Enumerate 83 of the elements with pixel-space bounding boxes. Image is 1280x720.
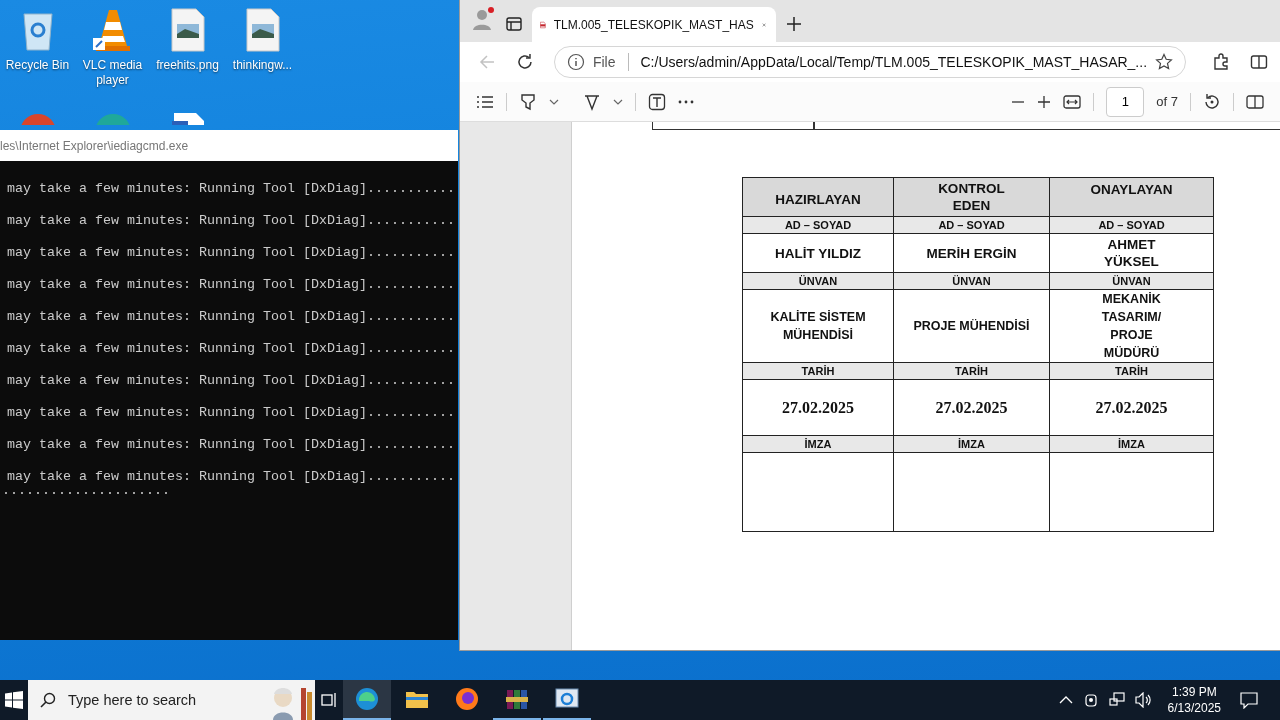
table-cell: KALİTE SİSTEM MÜHENDİSİ <box>770 310 866 342</box>
table-cell: ÜNVAN <box>952 275 991 287</box>
console-line: may take a few minutes: Running Tool [DxDiag]........... <box>6 404 456 422</box>
console-line: may take a few minutes: Running Tool [DxDiag]........... <box>6 372 456 390</box>
more-icon[interactable] <box>678 99 694 104</box>
text-box-icon[interactable] <box>648 92 666 111</box>
console-line: may take a few minutes: Running Tool [DxDiag]........... <box>6 276 456 294</box>
column-header: HAZIRLAYAN <box>774 190 862 208</box>
windows-start-icon[interactable] <box>5 691 23 709</box>
fit-width-icon[interactable] <box>1063 94 1082 109</box>
table-cell: PROJE MÜHENDİSİ <box>913 319 1030 333</box>
document-icon[interactable] <box>169 112 206 125</box>
page-view-icon[interactable] <box>1246 93 1264 110</box>
chevron-up-icon[interactable] <box>1058 695 1073 705</box>
window-title: les\Internet Explorer\iediagcmd.exe <box>0 138 189 153</box>
table-cell: MEKANİK TASARIM/ PROJE MÜDÜRÜ <box>1101 292 1162 360</box>
table-cell: İMZA <box>958 438 985 450</box>
traffic-cone-icon[interactable] <box>92 8 133 52</box>
page-count: of 7 <box>1156 94 1178 109</box>
column-header: KONTROL EDEN <box>938 181 1005 213</box>
console-line: may take a few minutes: Running Tool [DxDiag]........... <box>6 180 456 198</box>
zoom-in-icon[interactable] <box>1037 94 1052 109</box>
url-text: C:/Users/admin/AppData/Local/Temp/TLM.005_TELESKOPIK_MAST_HASAR_... <box>640 54 1148 70</box>
table-cell: MERİH ERGİN <box>926 245 1017 261</box>
column-header: ONAYLAYAN <box>1089 180 1174 198</box>
desktop-icon-label[interactable]: VLC media player <box>77 58 148 88</box>
network-icon[interactable] <box>1108 692 1125 708</box>
table-cell: 27.02.2025 <box>782 398 854 416</box>
table-cell: İMZA <box>804 438 832 450</box>
desktop-icon-label[interactable]: freehits.png <box>152 58 223 73</box>
firefox-icon <box>455 687 479 711</box>
star-icon[interactable] <box>1155 53 1174 71</box>
highlighter-icon[interactable] <box>519 92 537 111</box>
scheme-label: File <box>592 54 616 70</box>
table-cell: TARİH <box>801 365 835 377</box>
search-icon <box>40 692 56 708</box>
contents-icon[interactable] <box>476 94 494 109</box>
console-line: may take a few minutes: Running Tool [DxDiag]........... <box>6 340 456 358</box>
tab-actions-icon[interactable] <box>506 16 522 32</box>
books-icon <box>505 687 529 711</box>
table-cell: AD – SOYAD <box>784 219 852 231</box>
rotate-icon[interactable] <box>1203 92 1221 111</box>
table-cell: ÜNVAN <box>798 275 838 287</box>
taskbar-app-button[interactable] <box>343 680 391 720</box>
table-cell: HALİT YILDIZ <box>775 245 861 261</box>
new-tab-icon[interactable] <box>786 16 802 32</box>
table-cell: TARİH <box>1115 365 1148 377</box>
desktop-icon-label[interactable]: Recycle Bin <box>2 58 73 73</box>
caret-icon[interactable] <box>613 97 623 106</box>
clock[interactable]: 1:39 PM 6/13/2025 <box>1167 684 1221 716</box>
task-view-icon[interactable] <box>320 692 338 708</box>
pen-icon[interactable] <box>583 92 601 111</box>
page-number-field[interactable]: 1 <box>1106 86 1145 117</box>
volume-icon[interactable] <box>1134 692 1153 708</box>
refresh-icon[interactable] <box>515 53 534 71</box>
console-line: may take a few minutes: Running Tool [DxDiag]........... <box>6 468 456 486</box>
table-cell: 27.02.2025 <box>1095 398 1168 416</box>
table-cell: ÜNVAN <box>1112 275 1151 287</box>
table-cell: AD – SOYAD <box>938 219 1005 231</box>
caret-icon[interactable] <box>549 97 559 106</box>
console-line: may take a few minutes: Running Tool [DxDiag]........... <box>6 436 456 454</box>
console-line: ..................... <box>1 485 171 497</box>
console-line: may take a few minutes: Running Tool [DxDiag]........... <box>6 244 456 262</box>
notifications-icon[interactable] <box>1240 691 1258 709</box>
console-line: may take a few minutes: Running Tool [DxDiag]........... <box>6 212 456 230</box>
desktop-icon-label[interactable]: thinkingw... <box>227 58 298 73</box>
image-file-icon[interactable] <box>244 8 281 52</box>
table-cell: İMZA <box>1118 438 1145 450</box>
table-cell: TARİH <box>955 365 988 377</box>
folder-icon <box>405 689 429 709</box>
search-field[interactable]: Type here to search <box>66 691 250 709</box>
split-screen-icon[interactable] <box>1250 53 1268 71</box>
image-file-icon[interactable] <box>169 8 206 52</box>
table-cell: 27.02.2025 <box>935 398 1008 416</box>
table-cell: AD – SOYAD <box>1098 219 1165 231</box>
puzzle-icon[interactable] <box>1212 53 1230 71</box>
console-line: may take a few minutes: Running Tool [DxDiag]........... <box>6 308 456 326</box>
edge-icon <box>355 687 379 711</box>
search-bar[interactable]: Type here to search <box>28 680 315 720</box>
table-cell: AHMET YÜKSEL <box>1104 237 1159 269</box>
browser-tab[interactable]: TLM.005_TELESKOPIK_MAST_HAS <box>532 7 776 42</box>
info-icon <box>566 53 585 71</box>
profile-icon[interactable] <box>470 6 496 32</box>
